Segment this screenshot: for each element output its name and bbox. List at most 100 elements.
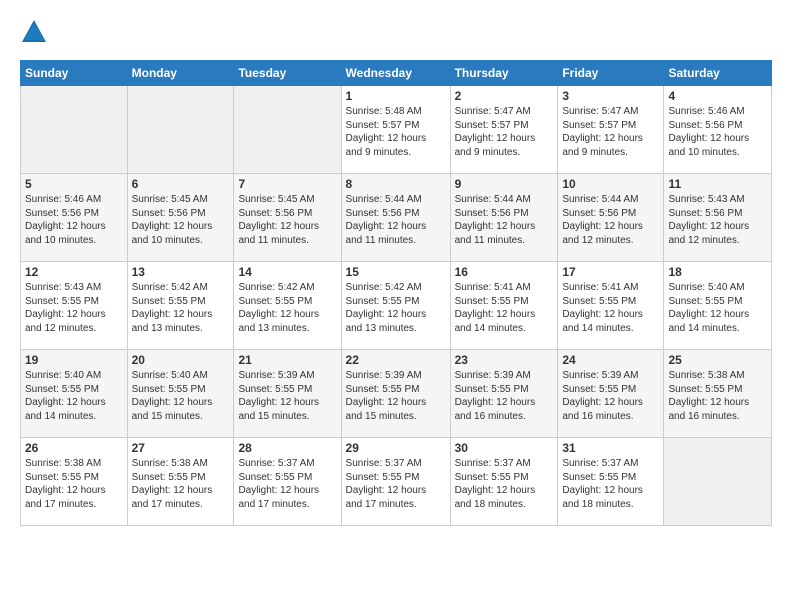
day-info: Sunrise: 5:39 AM Sunset: 5:55 PM Dayligh… xyxy=(455,369,554,423)
day-number: 12 xyxy=(25,265,123,279)
day-info: Sunrise: 5:46 AM Sunset: 5:56 PM Dayligh… xyxy=(668,105,767,159)
day-number: 14 xyxy=(238,265,336,279)
day-info: Sunrise: 5:37 AM Sunset: 5:55 PM Dayligh… xyxy=(455,457,554,511)
day-number: 17 xyxy=(562,265,659,279)
day-cell: 17Sunrise: 5:41 AM Sunset: 5:55 PM Dayli… xyxy=(558,262,664,350)
day-info: Sunrise: 5:39 AM Sunset: 5:55 PM Dayligh… xyxy=(346,369,446,423)
day-number: 23 xyxy=(455,353,554,367)
day-number: 18 xyxy=(668,265,767,279)
day-cell: 9 Sunrise: 5:44 AM Sunset: 5:56 PM Daylig… xyxy=(450,174,558,262)
day-info: Sunrise: 5:37 AM Sunset: 5:55 PM Dayligh… xyxy=(346,457,446,511)
day-number: 8 xyxy=(346,177,446,191)
day-number: 11 xyxy=(668,177,767,191)
day-number: 1 xyxy=(346,89,446,103)
calendar-table: SundayMondayTuesdayWednesdayThursdayFrid… xyxy=(20,60,772,526)
day-cell xyxy=(21,86,128,174)
week-row-1: 5 Sunrise: 5:46 AM Sunset: 5:56 PM Daylig… xyxy=(21,174,772,262)
day-info: Sunrise: 5:44 AM Sunset: 5:56 PM Dayligh… xyxy=(346,193,446,247)
day-number: 28 xyxy=(238,441,336,455)
day-cell: 13 Sunrise: 5:42 AM Sunset: 5:55 PM Dayli… xyxy=(127,262,234,350)
day-number: 30 xyxy=(455,441,554,455)
day-number: 13 xyxy=(132,265,230,279)
day-number: 21 xyxy=(238,353,336,367)
logo xyxy=(20,18,52,46)
logo-icon xyxy=(20,18,48,46)
day-cell: 24 Sunrise: 5:39 AM Sunset: 5:55 PM Dayli… xyxy=(558,350,664,438)
day-number: 2 xyxy=(455,89,554,103)
day-cell: 27 Sunrise: 5:38 AM Sunset: 5:55 PM Dayli… xyxy=(127,438,234,526)
day-cell: 10 Sunrise: 5:44 AM Sunset: 5:56 PM Dayli… xyxy=(558,174,664,262)
day-info: Sunrise: 5:44 AM Sunset: 5:56 PM Dayligh… xyxy=(455,193,554,247)
day-info: Sunrise: 5:45 AM Sunset: 5:56 PM Dayligh… xyxy=(132,193,230,247)
day-header-thursday: Thursday xyxy=(450,61,558,86)
day-info: Sunrise: 5:40 AM Sunset: 5:55 PM Dayligh… xyxy=(132,369,230,423)
day-info: Sunrise: 5:46 AM Sunset: 5:56 PM Dayligh… xyxy=(25,193,123,247)
day-header-tuesday: Tuesday xyxy=(234,61,341,86)
day-cell: 16 Sunrise: 5:41 AM Sunset: 5:55 PM Dayli… xyxy=(450,262,558,350)
day-info: Sunrise: 5:38 AM Sunset: 5:55 PM Dayligh… xyxy=(132,457,230,511)
day-header-monday: Monday xyxy=(127,61,234,86)
day-cell xyxy=(234,86,341,174)
day-cell: 1 Sunrise: 5:48 AM Sunset: 5:57 PM Daylig… xyxy=(341,86,450,174)
day-number: 16 xyxy=(455,265,554,279)
day-number: 26 xyxy=(25,441,123,455)
day-number: 9 xyxy=(455,177,554,191)
day-info: Sunrise: 5:39 AM Sunset: 5:55 PM Dayligh… xyxy=(238,369,336,423)
day-info: Sunrise: 5:40 AM Sunset: 5:55 PM Dayligh… xyxy=(25,369,123,423)
day-cell: 15 Sunrise: 5:42 AM Sunset: 5:55 PM Dayli… xyxy=(341,262,450,350)
day-info: Sunrise: 5:47 AM Sunset: 5:57 PM Dayligh… xyxy=(455,105,554,159)
day-cell: 4 Sunrise: 5:46 AM Sunset: 5:56 PM Daylig… xyxy=(664,86,772,174)
day-number: 7 xyxy=(238,177,336,191)
day-header-friday: Friday xyxy=(558,61,664,86)
day-info: Sunrise: 5:44 AM Sunset: 5:56 PM Dayligh… xyxy=(562,193,659,247)
day-cell: 21 Sunrise: 5:39 AM Sunset: 5:55 PM Dayli… xyxy=(234,350,341,438)
day-info: Sunrise: 5:42 AM Sunset: 5:55 PM Dayligh… xyxy=(132,281,230,335)
day-cell: 5 Sunrise: 5:46 AM Sunset: 5:56 PM Daylig… xyxy=(21,174,128,262)
day-cell: 3 Sunrise: 5:47 AM Sunset: 5:57 PM Daylig… xyxy=(558,86,664,174)
day-number: 10 xyxy=(562,177,659,191)
day-cell: 28Sunrise: 5:37 AM Sunset: 5:55 PM Dayli… xyxy=(234,438,341,526)
day-cell: 20Sunrise: 5:40 AM Sunset: 5:55 PM Dayli… xyxy=(127,350,234,438)
day-cell xyxy=(127,86,234,174)
day-info: Sunrise: 5:42 AM Sunset: 5:55 PM Dayligh… xyxy=(346,281,446,335)
day-info: Sunrise: 5:47 AM Sunset: 5:57 PM Dayligh… xyxy=(562,105,659,159)
day-header-saturday: Saturday xyxy=(664,61,772,86)
day-number: 25 xyxy=(668,353,767,367)
header-row: SundayMondayTuesdayWednesdayThursdayFrid… xyxy=(21,61,772,86)
day-info: Sunrise: 5:48 AM Sunset: 5:57 PM Dayligh… xyxy=(346,105,446,159)
day-cell: 31 Sunrise: 5:37 AM Sunset: 5:55 PM Dayli… xyxy=(558,438,664,526)
day-number: 29 xyxy=(346,441,446,455)
day-cell: 12Sunrise: 5:43 AM Sunset: 5:55 PM Dayli… xyxy=(21,262,128,350)
day-number: 3 xyxy=(562,89,659,103)
day-info: Sunrise: 5:39 AM Sunset: 5:55 PM Dayligh… xyxy=(562,369,659,423)
day-cell: 11Sunrise: 5:43 AM Sunset: 5:56 PM Dayli… xyxy=(664,174,772,262)
day-cell: 29 Sunrise: 5:37 AM Sunset: 5:55 PM Dayli… xyxy=(341,438,450,526)
day-cell: 30 Sunrise: 5:37 AM Sunset: 5:55 PM Dayli… xyxy=(450,438,558,526)
day-number: 15 xyxy=(346,265,446,279)
day-info: Sunrise: 5:40 AM Sunset: 5:55 PM Dayligh… xyxy=(668,281,767,335)
day-info: Sunrise: 5:42 AM Sunset: 5:55 PM Dayligh… xyxy=(238,281,336,335)
day-cell: 22 Sunrise: 5:39 AM Sunset: 5:55 PM Dayli… xyxy=(341,350,450,438)
day-info: Sunrise: 5:37 AM Sunset: 5:55 PM Dayligh… xyxy=(562,457,659,511)
day-number: 27 xyxy=(132,441,230,455)
day-header-wednesday: Wednesday xyxy=(341,61,450,86)
day-number: 31 xyxy=(562,441,659,455)
day-info: Sunrise: 5:38 AM Sunset: 5:55 PM Dayligh… xyxy=(25,457,123,511)
page-container: SundayMondayTuesdayWednesdayThursdayFrid… xyxy=(0,0,792,536)
week-row-3: 19Sunrise: 5:40 AM Sunset: 5:55 PM Dayli… xyxy=(21,350,772,438)
week-row-4: 26 Sunrise: 5:38 AM Sunset: 5:55 PM Dayli… xyxy=(21,438,772,526)
day-cell: 7 Sunrise: 5:45 AM Sunset: 5:56 PM Daylig… xyxy=(234,174,341,262)
day-info: Sunrise: 5:45 AM Sunset: 5:56 PM Dayligh… xyxy=(238,193,336,247)
day-cell: 26 Sunrise: 5:38 AM Sunset: 5:55 PM Dayli… xyxy=(21,438,128,526)
day-header-sunday: Sunday xyxy=(21,61,128,86)
day-number: 24 xyxy=(562,353,659,367)
day-cell: 18 Sunrise: 5:40 AM Sunset: 5:55 PM Dayli… xyxy=(664,262,772,350)
day-number: 22 xyxy=(346,353,446,367)
week-row-0: 1 Sunrise: 5:48 AM Sunset: 5:57 PM Daylig… xyxy=(21,86,772,174)
day-number: 4 xyxy=(668,89,767,103)
week-row-2: 12Sunrise: 5:43 AM Sunset: 5:55 PM Dayli… xyxy=(21,262,772,350)
day-cell: 6 Sunrise: 5:45 AM Sunset: 5:56 PM Daylig… xyxy=(127,174,234,262)
day-number: 6 xyxy=(132,177,230,191)
day-number: 5 xyxy=(25,177,123,191)
day-info: Sunrise: 5:41 AM Sunset: 5:55 PM Dayligh… xyxy=(455,281,554,335)
